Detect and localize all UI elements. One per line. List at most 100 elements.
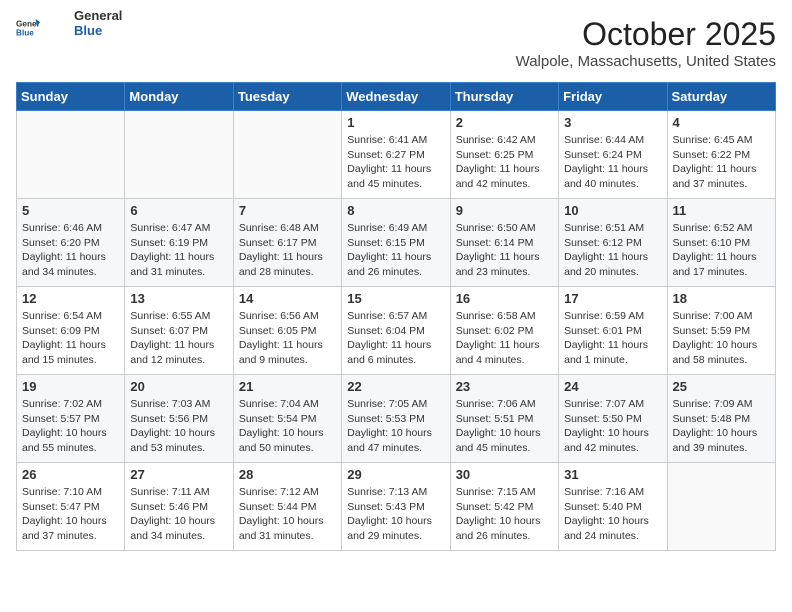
day-info: Sunrise: 7:11 AM Sunset: 5:46 PM Dayligh…	[130, 485, 227, 544]
calendar-day-cell: 26Sunrise: 7:10 AM Sunset: 5:47 PM Dayli…	[17, 463, 125, 551]
calendar-day-cell: 9 Sunrise: 6:50 AM Sunset: 6:14 PM Daylig…	[450, 199, 558, 287]
calendar-day-cell: 19 Sunrise: 7:02 AM Sunset: 5:57 PM Dayli…	[17, 375, 125, 463]
day-info: Sunrise: 7:03 AM Sunset: 5:56 PM Dayligh…	[130, 397, 227, 456]
day-info: Sunrise: 6:48 AM Sunset: 6:17 PM Dayligh…	[239, 221, 336, 280]
day-number: 11	[673, 203, 770, 218]
day-info: Sunrise: 6:50 AM Sunset: 6:14 PM Dayligh…	[456, 221, 553, 280]
calendar-table: SundayMondayTuesdayWednesdayThursdayFrid…	[16, 82, 776, 551]
day-number: 7	[239, 203, 336, 218]
day-number: 22	[347, 379, 444, 394]
location: Walpole, Massachusetts, United States	[516, 53, 776, 70]
month-title: October 2025	[516, 16, 776, 53]
page-header: General Blue General Blue October 2025 W…	[16, 16, 776, 70]
day-number: 2	[456, 115, 553, 130]
day-of-week-header: Friday	[559, 83, 667, 111]
day-info: Sunrise: 7:13 AM Sunset: 5:43 PM Dayligh…	[347, 485, 444, 544]
day-number: 26	[22, 467, 119, 482]
calendar-day-cell: 10Sunrise: 6:51 AM Sunset: 6:12 PM Dayli…	[559, 199, 667, 287]
calendar-day-cell	[17, 111, 125, 199]
day-info: Sunrise: 7:12 AM Sunset: 5:44 PM Dayligh…	[239, 485, 336, 544]
day-info: Sunrise: 7:05 AM Sunset: 5:53 PM Dayligh…	[347, 397, 444, 456]
day-of-week-header: Tuesday	[233, 83, 341, 111]
day-number: 24	[564, 379, 661, 394]
calendar-day-cell: 30 Sunrise: 7:15 AM Sunset: 5:42 PM Dayli…	[450, 463, 558, 551]
day-number: 15	[347, 291, 444, 306]
calendar-day-cell	[125, 111, 233, 199]
calendar-day-cell: 25Sunrise: 7:09 AM Sunset: 5:48 PM Dayli…	[667, 375, 775, 463]
day-number: 1	[347, 115, 444, 130]
day-number: 27	[130, 467, 227, 482]
calendar-day-cell: 11 Sunrise: 6:52 AM Sunset: 6:10 PM Dayli…	[667, 199, 775, 287]
day-info: Sunrise: 7:02 AM Sunset: 5:57 PM Dayligh…	[22, 397, 119, 456]
calendar-day-cell: 3Sunrise: 6:44 AM Sunset: 6:24 PM Daylig…	[559, 111, 667, 199]
calendar-day-cell	[233, 111, 341, 199]
calendar-day-cell: 22 Sunrise: 7:05 AM Sunset: 5:53 PM Dayli…	[342, 375, 450, 463]
day-number: 18	[673, 291, 770, 306]
day-info: Sunrise: 6:56 AM Sunset: 6:05 PM Dayligh…	[239, 309, 336, 368]
day-number: 6	[130, 203, 227, 218]
calendar-day-cell: 23 Sunrise: 7:06 AM Sunset: 5:51 PM Dayli…	[450, 375, 558, 463]
calendar-day-cell: 12Sunrise: 6:54 AM Sunset: 6:09 PM Dayli…	[17, 287, 125, 375]
day-of-week-header: Sunday	[17, 83, 125, 111]
day-number: 21	[239, 379, 336, 394]
calendar-day-cell: 29 Sunrise: 7:13 AM Sunset: 5:43 PM Dayli…	[342, 463, 450, 551]
calendar-week-row: 12Sunrise: 6:54 AM Sunset: 6:09 PM Dayli…	[17, 287, 776, 375]
calendar-day-cell	[667, 463, 775, 551]
day-number: 23	[456, 379, 553, 394]
calendar-day-cell: 6Sunrise: 6:47 AM Sunset: 6:19 PM Daylig…	[125, 199, 233, 287]
day-number: 25	[673, 379, 770, 394]
day-number: 5	[22, 203, 119, 218]
logo: General Blue General Blue	[16, 16, 122, 40]
day-info: Sunrise: 6:57 AM Sunset: 6:04 PM Dayligh…	[347, 309, 444, 368]
day-info: Sunrise: 6:52 AM Sunset: 6:10 PM Dayligh…	[673, 221, 770, 280]
calendar-day-cell: 20 Sunrise: 7:03 AM Sunset: 5:56 PM Dayli…	[125, 375, 233, 463]
calendar-day-cell: 5 Sunrise: 6:46 AM Sunset: 6:20 PM Daylig…	[17, 199, 125, 287]
day-number: 30	[456, 467, 553, 482]
calendar-day-cell: 4 Sunrise: 6:45 AM Sunset: 6:22 PM Daylig…	[667, 111, 775, 199]
day-number: 31	[564, 467, 661, 482]
calendar-day-cell: 15 Sunrise: 6:57 AM Sunset: 6:04 PM Dayli…	[342, 287, 450, 375]
day-number: 4	[673, 115, 770, 130]
calendar-week-row: 1 Sunrise: 6:41 AM Sunset: 6:27 PM Daylig…	[17, 111, 776, 199]
day-of-week-header: Monday	[125, 83, 233, 111]
day-of-week-header: Wednesday	[342, 83, 450, 111]
day-info: Sunrise: 7:15 AM Sunset: 5:42 PM Dayligh…	[456, 485, 553, 544]
calendar-day-cell: 31 Sunrise: 7:16 AM Sunset: 5:40 PM Dayli…	[559, 463, 667, 551]
day-of-week-header: Thursday	[450, 83, 558, 111]
calendar-week-row: 19 Sunrise: 7:02 AM Sunset: 5:57 PM Dayli…	[17, 375, 776, 463]
logo-blue-text: Blue	[74, 23, 122, 38]
day-info: Sunrise: 6:49 AM Sunset: 6:15 PM Dayligh…	[347, 221, 444, 280]
day-number: 29	[347, 467, 444, 482]
day-info: Sunrise: 6:41 AM Sunset: 6:27 PM Dayligh…	[347, 133, 444, 192]
day-number: 19	[22, 379, 119, 394]
day-info: Sunrise: 7:06 AM Sunset: 5:51 PM Dayligh…	[456, 397, 553, 456]
day-info: Sunrise: 6:55 AM Sunset: 6:07 PM Dayligh…	[130, 309, 227, 368]
day-number: 16	[456, 291, 553, 306]
calendar-header-row: SundayMondayTuesdayWednesdayThursdayFrid…	[17, 83, 776, 111]
calendar-day-cell: 24 Sunrise: 7:07 AM Sunset: 5:50 PM Dayli…	[559, 375, 667, 463]
day-info: Sunrise: 7:16 AM Sunset: 5:40 PM Dayligh…	[564, 485, 661, 544]
logo-general-text: General	[74, 8, 122, 23]
day-number: 28	[239, 467, 336, 482]
calendar-day-cell: 2Sunrise: 6:42 AM Sunset: 6:25 PM Daylig…	[450, 111, 558, 199]
calendar-day-cell: 7 Sunrise: 6:48 AM Sunset: 6:17 PM Daylig…	[233, 199, 341, 287]
calendar-week-row: 5 Sunrise: 6:46 AM Sunset: 6:20 PM Daylig…	[17, 199, 776, 287]
day-number: 20	[130, 379, 227, 394]
calendar-day-cell: 17 Sunrise: 6:59 AM Sunset: 6:01 PM Dayli…	[559, 287, 667, 375]
day-info: Sunrise: 6:54 AM Sunset: 6:09 PM Dayligh…	[22, 309, 119, 368]
day-number: 13	[130, 291, 227, 306]
day-number: 17	[564, 291, 661, 306]
day-number: 3	[564, 115, 661, 130]
calendar-day-cell: 28 Sunrise: 7:12 AM Sunset: 5:44 PM Dayli…	[233, 463, 341, 551]
day-number: 9	[456, 203, 553, 218]
calendar-week-row: 26Sunrise: 7:10 AM Sunset: 5:47 PM Dayli…	[17, 463, 776, 551]
day-info: Sunrise: 6:59 AM Sunset: 6:01 PM Dayligh…	[564, 309, 661, 368]
day-info: Sunrise: 6:45 AM Sunset: 6:22 PM Dayligh…	[673, 133, 770, 192]
calendar-day-cell: 13 Sunrise: 6:55 AM Sunset: 6:07 PM Dayli…	[125, 287, 233, 375]
calendar-day-cell: 27 Sunrise: 7:11 AM Sunset: 5:46 PM Dayli…	[125, 463, 233, 551]
day-info: Sunrise: 7:04 AM Sunset: 5:54 PM Dayligh…	[239, 397, 336, 456]
day-info: Sunrise: 7:07 AM Sunset: 5:50 PM Dayligh…	[564, 397, 661, 456]
calendar-day-cell: 14Sunrise: 6:56 AM Sunset: 6:05 PM Dayli…	[233, 287, 341, 375]
logo-icon: General Blue	[16, 16, 40, 40]
day-info: Sunrise: 6:46 AM Sunset: 6:20 PM Dayligh…	[22, 221, 119, 280]
